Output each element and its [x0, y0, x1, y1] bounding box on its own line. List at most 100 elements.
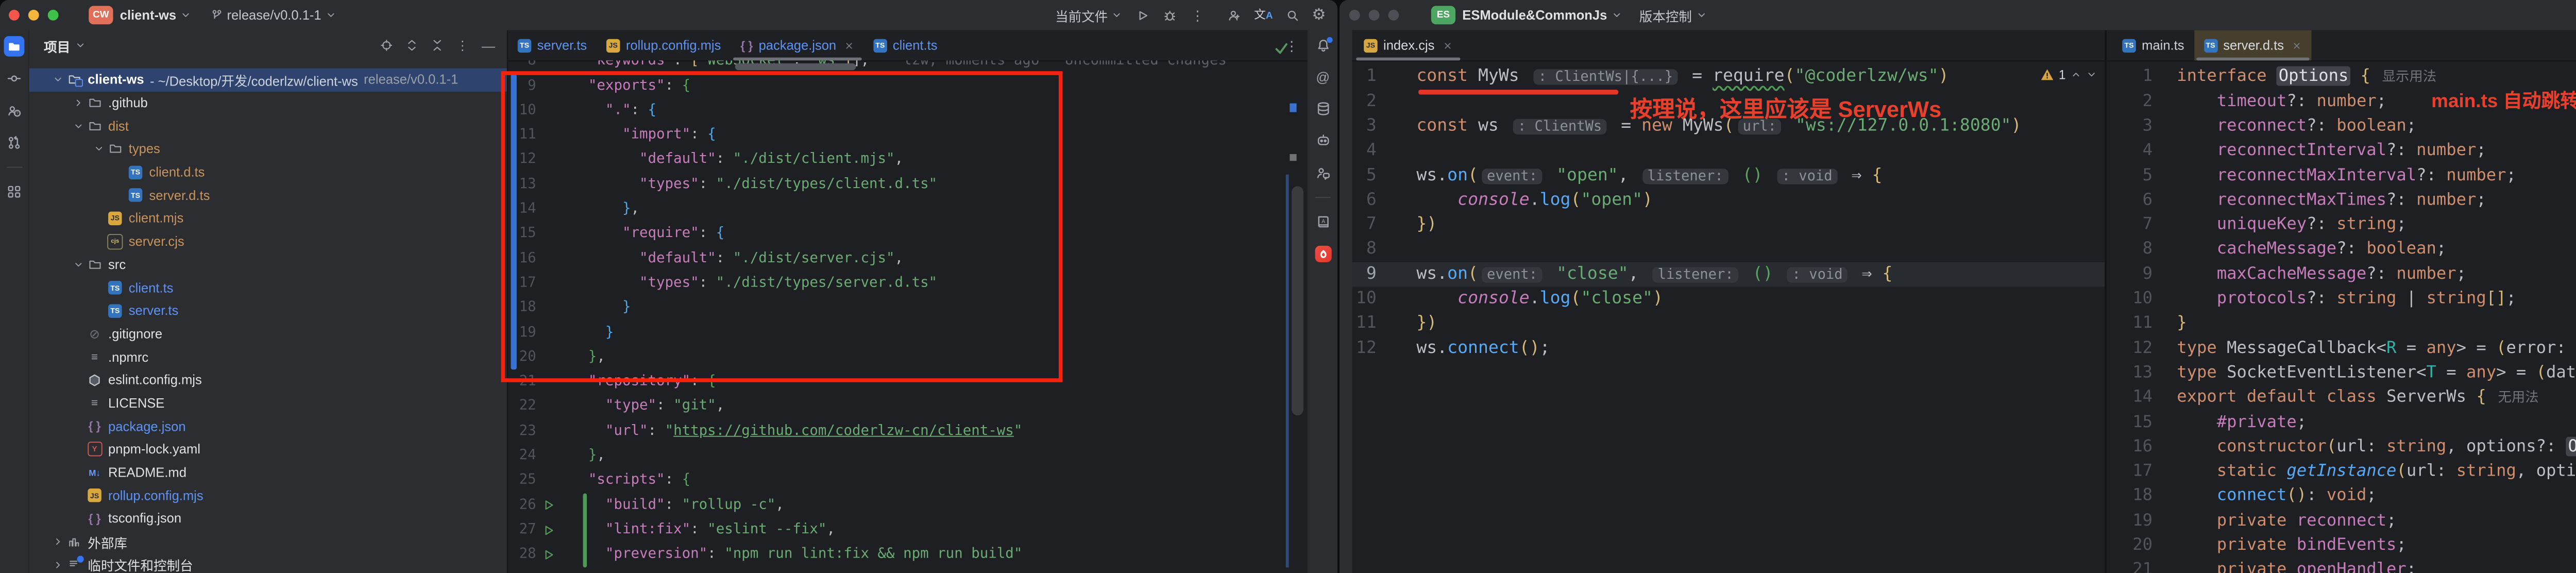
tree-item-rollup.config.mjs[interactable]: JSrollup.config.mjs — [29, 484, 507, 507]
tree-item-[interactable]: 临时文件和控制台 — [29, 553, 507, 573]
more-h-icon[interactable] — [0, 208, 28, 240]
dictionary-icon[interactable]: A — [1309, 206, 1337, 238]
tree-item-[interactable]: 外部库 — [29, 530, 507, 553]
hide-icon[interactable]: — — [482, 39, 495, 52]
debug-button[interactable] — [1163, 8, 1177, 22]
red-plugin-icon[interactable] — [1309, 238, 1337, 270]
desktop: CW client-ws release/v0.0.1-1 当前文件 ⋮ 文A … — [0, 0, 2576, 573]
close-tab-icon[interactable] — [1443, 41, 1452, 50]
svg-text:?: ? — [16, 111, 19, 116]
tree-item-src[interactable]: src — [29, 253, 507, 276]
tree-item-README.md[interactable]: M↓README.md — [29, 461, 507, 484]
project-name[interactable]: ESModule&CommonJs — [1462, 8, 1607, 22]
editor-index-cjs[interactable]: 1const MyWs : ClientWs|{...} = require("… — [1352, 60, 2105, 573]
database-icon[interactable] — [1309, 93, 1337, 125]
code-line-9: ws.on(event: "close", listener: () : voi… — [1416, 262, 1892, 287]
branch-widget[interactable]: release/v0.0.1-1 — [227, 8, 321, 22]
maximize-window-button[interactable] — [48, 10, 59, 21]
structure-icon[interactable] — [0, 176, 28, 208]
project-folder-icon[interactable] — [0, 30, 28, 62]
commit-icon[interactable] — [0, 62, 28, 94]
inspections-ok-icon[interactable] — [1274, 42, 1289, 55]
settings-button[interactable]: ⚙ — [1312, 7, 1326, 23]
line-number: 18 — [2107, 484, 2153, 509]
tree-item-tsconfig.json[interactable]: { }tsconfig.json — [29, 507, 507, 530]
code-line-6: reconnectMaxTimes?: number; — [2177, 188, 2486, 213]
close-tab-icon[interactable] — [2292, 41, 2301, 50]
tree-item-client.mjs[interactable]: JSclient.mjs — [29, 207, 507, 230]
close-window-button[interactable] — [1349, 10, 1360, 21]
tree-item-server.d.ts[interactable]: TSserver.d.ts — [29, 184, 507, 207]
js-file-icon: JS — [1364, 39, 1377, 52]
users-help-icon[interactable]: ? — [0, 95, 28, 127]
code-with-me-icon[interactable] — [1309, 157, 1337, 189]
notifications-icon[interactable] — [1309, 30, 1337, 61]
tree-item-eslint.config.mjs[interactable]: eslint.config.mjs — [29, 368, 507, 392]
search-everywhere-button[interactable] — [1285, 8, 1299, 22]
ai-assistant-icon[interactable]: @ — [1309, 60, 1337, 92]
maximize-window-button[interactable] — [1388, 10, 1399, 21]
tree-item-.npmrc[interactable]: ≡.npmrc — [29, 345, 507, 368]
expand-all-icon[interactable] — [405, 39, 418, 52]
annotation-text-1: 按理说，这里应该是 ServerWs — [1630, 91, 1942, 124]
project-panel-title[interactable]: 项目 — [44, 36, 70, 55]
tree-item-pnpm-lock.yaml[interactable]: Ypnpm-lock.yaml — [29, 438, 507, 461]
tree-item-package.json[interactable]: { }package.json — [29, 415, 507, 438]
tab-package.json[interactable]: { }package.json — [731, 30, 863, 61]
run-script-gutter-icon[interactable] — [543, 518, 556, 543]
tree-item-client.ts[interactable]: TSclient.ts — [29, 276, 507, 299]
tree-item-server.cjs[interactable]: cjsserver.cjs — [29, 230, 507, 253]
code-line-16: constructor(url: string, options?: Optio… — [2177, 435, 2576, 460]
right-tool-stripe: @A — [1307, 30, 1337, 573]
code-line-5: ws.on(event: "open", listener: () : void… — [1416, 163, 1882, 188]
line-number: 6 — [1352, 188, 1376, 213]
close-tab-icon[interactable] — [844, 41, 854, 50]
more-v-icon[interactable]: ⋮ — [456, 39, 469, 52]
code-line-10: console.log("close") — [1416, 286, 1663, 311]
tree-item-client.d.ts[interactable]: TSclient.d.ts — [29, 161, 507, 184]
project-avatar[interactable]: CW — [89, 6, 113, 24]
line-number: 21 — [2107, 558, 2153, 573]
inspections-widget[interactable]: 1 — [2040, 68, 2097, 82]
vertical-scrollbar[interactable] — [1292, 186, 1303, 415]
close-window-button[interactable] — [9, 10, 20, 21]
run-configuration-select[interactable]: 当前文件 — [1055, 5, 1108, 25]
project-avatar[interactable]: ES — [1431, 6, 1455, 24]
tree-item-.gitignore[interactable]: ⊘.gitignore — [29, 322, 507, 345]
editor-server-dts[interactable]: 1interface Options {显示用法2 timeout?: numb… — [2107, 60, 2576, 573]
locate-icon[interactable] — [380, 39, 393, 52]
run-script-gutter-icon[interactable] — [543, 543, 556, 567]
chevron-down-icon — [1112, 10, 1123, 21]
vcs-widget[interactable]: 版本控制 — [1639, 5, 1692, 25]
ai-chat-icon[interactable] — [1309, 125, 1337, 157]
more-actions-button[interactable]: ⋮ — [1191, 8, 1204, 22]
next-warning-icon[interactable] — [2086, 69, 2097, 80]
tab-server.d.ts[interactable]: TSserver.d.ts — [2194, 30, 2311, 61]
minimize-window-button[interactable] — [28, 10, 39, 21]
project-name[interactable]: client-ws — [120, 8, 176, 22]
run-button[interactable] — [1136, 8, 1149, 22]
line-number: 27 — [508, 518, 536, 543]
tree-root-client-ws[interactable]: client-ws- ~/Desktop/开发/coderlzw/client-… — [29, 68, 507, 91]
chevron-down-icon[interactable] — [75, 40, 86, 51]
prev-warning-icon[interactable] — [2071, 69, 2081, 80]
code-with-me-button[interactable] — [1228, 8, 1241, 22]
minimize-window-button[interactable] — [1369, 10, 1380, 21]
code-line-5: reconnectMaxInterval?: number; — [2177, 163, 2516, 188]
translate-button[interactable]: 文A — [1254, 9, 1273, 22]
pull-request-icon[interactable] — [0, 127, 28, 159]
tab-rollup.config.mjs[interactable]: JSrollup.config.mjs — [597, 30, 731, 61]
run-script-gutter-icon[interactable] — [543, 493, 556, 518]
tree-item-server.ts[interactable]: TSserver.ts — [29, 299, 507, 323]
tab-index.cjs[interactable]: JSindex.cjs — [1354, 30, 1462, 61]
horizontal-scrollbar[interactable] — [735, 63, 856, 70]
tab-main.ts[interactable]: TSmain.ts — [2112, 30, 2194, 61]
tree-item-.github[interactable]: .github — [29, 91, 507, 114]
tab-client.ts[interactable]: TSclient.ts — [863, 30, 947, 61]
tree-item-dist[interactable]: dist — [29, 114, 507, 138]
collapse-all-icon[interactable] — [431, 39, 444, 52]
tree-item-LICENSE[interactable]: ≡LICENSE — [29, 392, 507, 415]
tab-server.ts[interactable]: TSserver.ts — [508, 30, 597, 61]
line-number: 11 — [1352, 311, 1376, 336]
tree-item-types[interactable]: types — [29, 138, 507, 161]
